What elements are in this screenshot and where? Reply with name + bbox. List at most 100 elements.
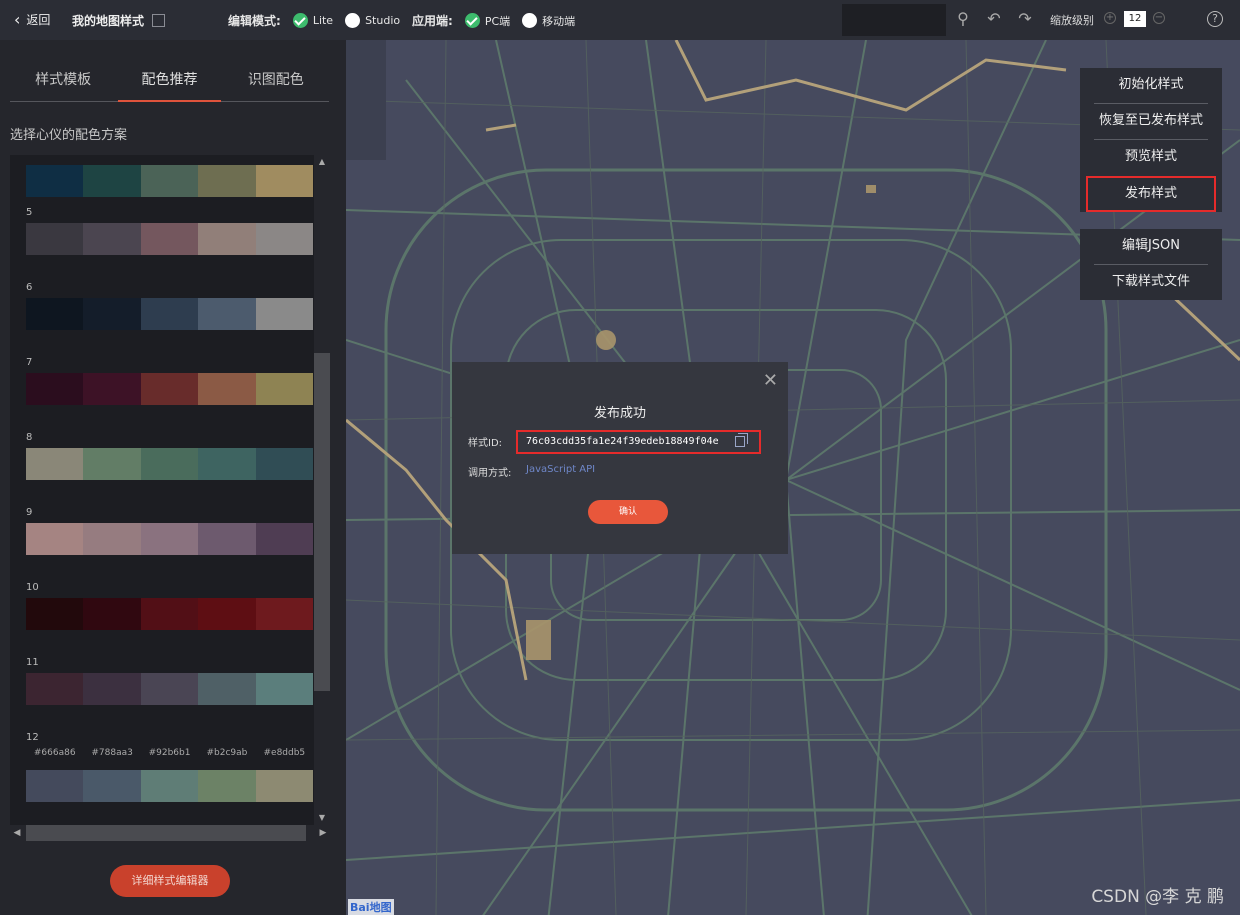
- color-swatch: [140, 448, 199, 480]
- publish-style-button[interactable]: 发布样式: [1086, 176, 1216, 212]
- hex-label: #788aa3: [91, 748, 133, 758]
- close-icon[interactable]: ✕: [763, 370, 778, 391]
- restore-published-button[interactable]: 恢复至已发布样式: [1080, 104, 1222, 140]
- scroll-left-icon[interactable]: ◀: [10, 825, 24, 841]
- scheme-list-title: 选择心仪的配色方案: [10, 128, 128, 143]
- color-swatch: [198, 373, 256, 405]
- scheme-swatches: [26, 770, 314, 802]
- zoom-out-icon[interactable]: −: [1153, 12, 1165, 24]
- zoom-level-input[interactable]: 12: [1124, 11, 1146, 27]
- csdn-watermark: CSDN @李 克 鹏: [1091, 887, 1224, 907]
- color-swatch: [255, 523, 314, 555]
- app-root: ‹ 返回 我的地图样式 编辑模式: Lite Studio 应用端: PC端 移…: [0, 0, 1240, 915]
- hex-label: #b2c9ab: [206, 748, 248, 758]
- color-swatch: [140, 598, 199, 630]
- color-swatch: [255, 673, 314, 705]
- init-style-button[interactable]: 初始化样式: [1080, 68, 1222, 104]
- redo-icon[interactable]: ↷: [1016, 10, 1034, 28]
- scheme-swatches: [26, 298, 314, 330]
- scheme-swatches: [26, 373, 314, 405]
- hex-label: #92b6b1: [148, 748, 191, 758]
- color-swatch: [83, 523, 141, 555]
- download-style-button[interactable]: 下载样式文件: [1080, 265, 1222, 301]
- call-method-link[interactable]: JavaScript API: [526, 464, 595, 475]
- hex-label: #666a86: [33, 748, 76, 758]
- edit-mode-group: 编辑模式: Lite Studio: [228, 12, 400, 29]
- color-scheme-item[interactable]: 11: [26, 657, 314, 705]
- color-scheme-item[interactable]: [26, 165, 314, 197]
- confirm-button[interactable]: 确认: [588, 500, 668, 524]
- color-scheme-item[interactable]: 5: [26, 207, 314, 255]
- mode-lite-radio[interactable]: Lite: [292, 13, 334, 28]
- color-scheme-item[interactable]: 10: [26, 582, 314, 630]
- back-button[interactable]: ‹ 返回: [14, 11, 50, 28]
- horizontal-scrollbar[interactable]: ◀ ▶: [10, 825, 330, 841]
- color-scheme-item[interactable]: 8: [26, 432, 314, 480]
- scheme-number: 9: [26, 507, 33, 518]
- style-id-field[interactable]: 76c03cdd35fa1e24f39edeb18849f04e: [516, 430, 761, 454]
- color-swatch: [26, 373, 84, 405]
- edit-mode-label: 编辑模式:: [228, 14, 281, 28]
- scroll-right-icon[interactable]: ▶: [316, 825, 330, 841]
- color-swatch: [140, 770, 199, 802]
- color-swatch: [83, 223, 141, 255]
- app-platform-label: 应用端:: [412, 14, 453, 28]
- style-action-menu: 初始化样式 恢复至已发布样式 预览样式 发布样式: [1080, 68, 1222, 212]
- color-swatch: [198, 598, 256, 630]
- color-swatch: [26, 223, 84, 255]
- color-swatch: [255, 770, 314, 802]
- vertical-scrollbar[interactable]: ▲ ▼: [314, 155, 330, 825]
- color-swatch: [198, 523, 256, 555]
- platform-pc-radio[interactable]: PC端: [464, 13, 511, 29]
- scheme-swatches: [26, 673, 314, 705]
- mode-studio-radio[interactable]: Studio: [345, 13, 400, 28]
- platform-mobile-radio[interactable]: 移动端: [522, 13, 575, 29]
- color-scheme-item[interactable]: 12 #666a86 #788aa3 #92b6b1 #b2c9ab #e8ddb5: [26, 732, 314, 802]
- check-icon: [292, 13, 308, 28]
- scheme-swatches: [26, 598, 314, 630]
- preview-style-button[interactable]: 预览样式: [1080, 140, 1222, 176]
- help-icon[interactable]: ?: [1207, 11, 1223, 27]
- tab-image-colors[interactable]: 识图配色: [223, 62, 329, 101]
- tab-color-recommend[interactable]: 配色推荐: [116, 62, 222, 102]
- color-scheme-item[interactable]: 6: [26, 282, 314, 330]
- copy-icon[interactable]: [735, 433, 748, 447]
- left-panel: 样式模板 配色推荐 识图配色 选择心仪的配色方案 5 6 7 8 9 10 11 12 #666…: [0, 40, 346, 915]
- color-swatch: [83, 165, 141, 197]
- scrollbar-thumb[interactable]: [314, 353, 330, 691]
- mode-lite-label: Lite: [312, 14, 334, 27]
- scheme-number: 7: [26, 357, 33, 368]
- platform-pc-label: PC端: [484, 14, 511, 28]
- detail-style-editor-button[interactable]: 详细样式编辑器: [110, 865, 230, 897]
- undo-icon[interactable]: ↶: [985, 10, 1003, 28]
- scheme-hex-row: #666a86 #788aa3 #92b6b1 #b2c9ab #e8ddb5: [26, 748, 313, 764]
- zoom-in-icon[interactable]: +: [1104, 12, 1116, 24]
- radio-icon: [345, 13, 361, 28]
- color-scheme-item[interactable]: 9: [26, 507, 314, 555]
- color-swatch: [255, 448, 314, 480]
- baidu-map-logo: Bai地图: [348, 899, 394, 915]
- edit-json-button[interactable]: 编辑JSON: [1080, 229, 1222, 265]
- color-swatch: [83, 448, 141, 480]
- color-scheme-item[interactable]: 7: [26, 357, 314, 405]
- scroll-up-icon[interactable]: ▲: [314, 155, 330, 169]
- color-swatch: [26, 673, 84, 705]
- color-swatch: [140, 298, 199, 330]
- scheme-swatches: [26, 448, 314, 480]
- call-method-label: 调用方式:: [468, 468, 512, 479]
- tab-style-templates[interactable]: 样式模板: [10, 62, 116, 101]
- scroll-down-icon[interactable]: ▼: [314, 811, 330, 825]
- search-icon[interactable]: ⚲: [954, 10, 972, 28]
- edit-title-icon[interactable]: [152, 14, 166, 27]
- hscrollbar-thumb[interactable]: [26, 825, 306, 841]
- color-scheme-list: 5 6 7 8 9 10 11 12 #666a86 #788aa3 #92b6b1 #b2c9ab #…: [10, 155, 330, 841]
- radio-icon: [522, 13, 538, 28]
- scheme-swatches: [26, 165, 314, 197]
- scheme-number: 6: [26, 282, 33, 293]
- search-input[interactable]: [842, 4, 946, 36]
- color-swatch: [83, 770, 141, 802]
- json-action-menu: 编辑JSON 下载样式文件: [1080, 229, 1222, 300]
- check-icon: [464, 13, 480, 28]
- color-swatch: [140, 223, 199, 255]
- style-id-label: 样式ID:: [468, 438, 503, 449]
